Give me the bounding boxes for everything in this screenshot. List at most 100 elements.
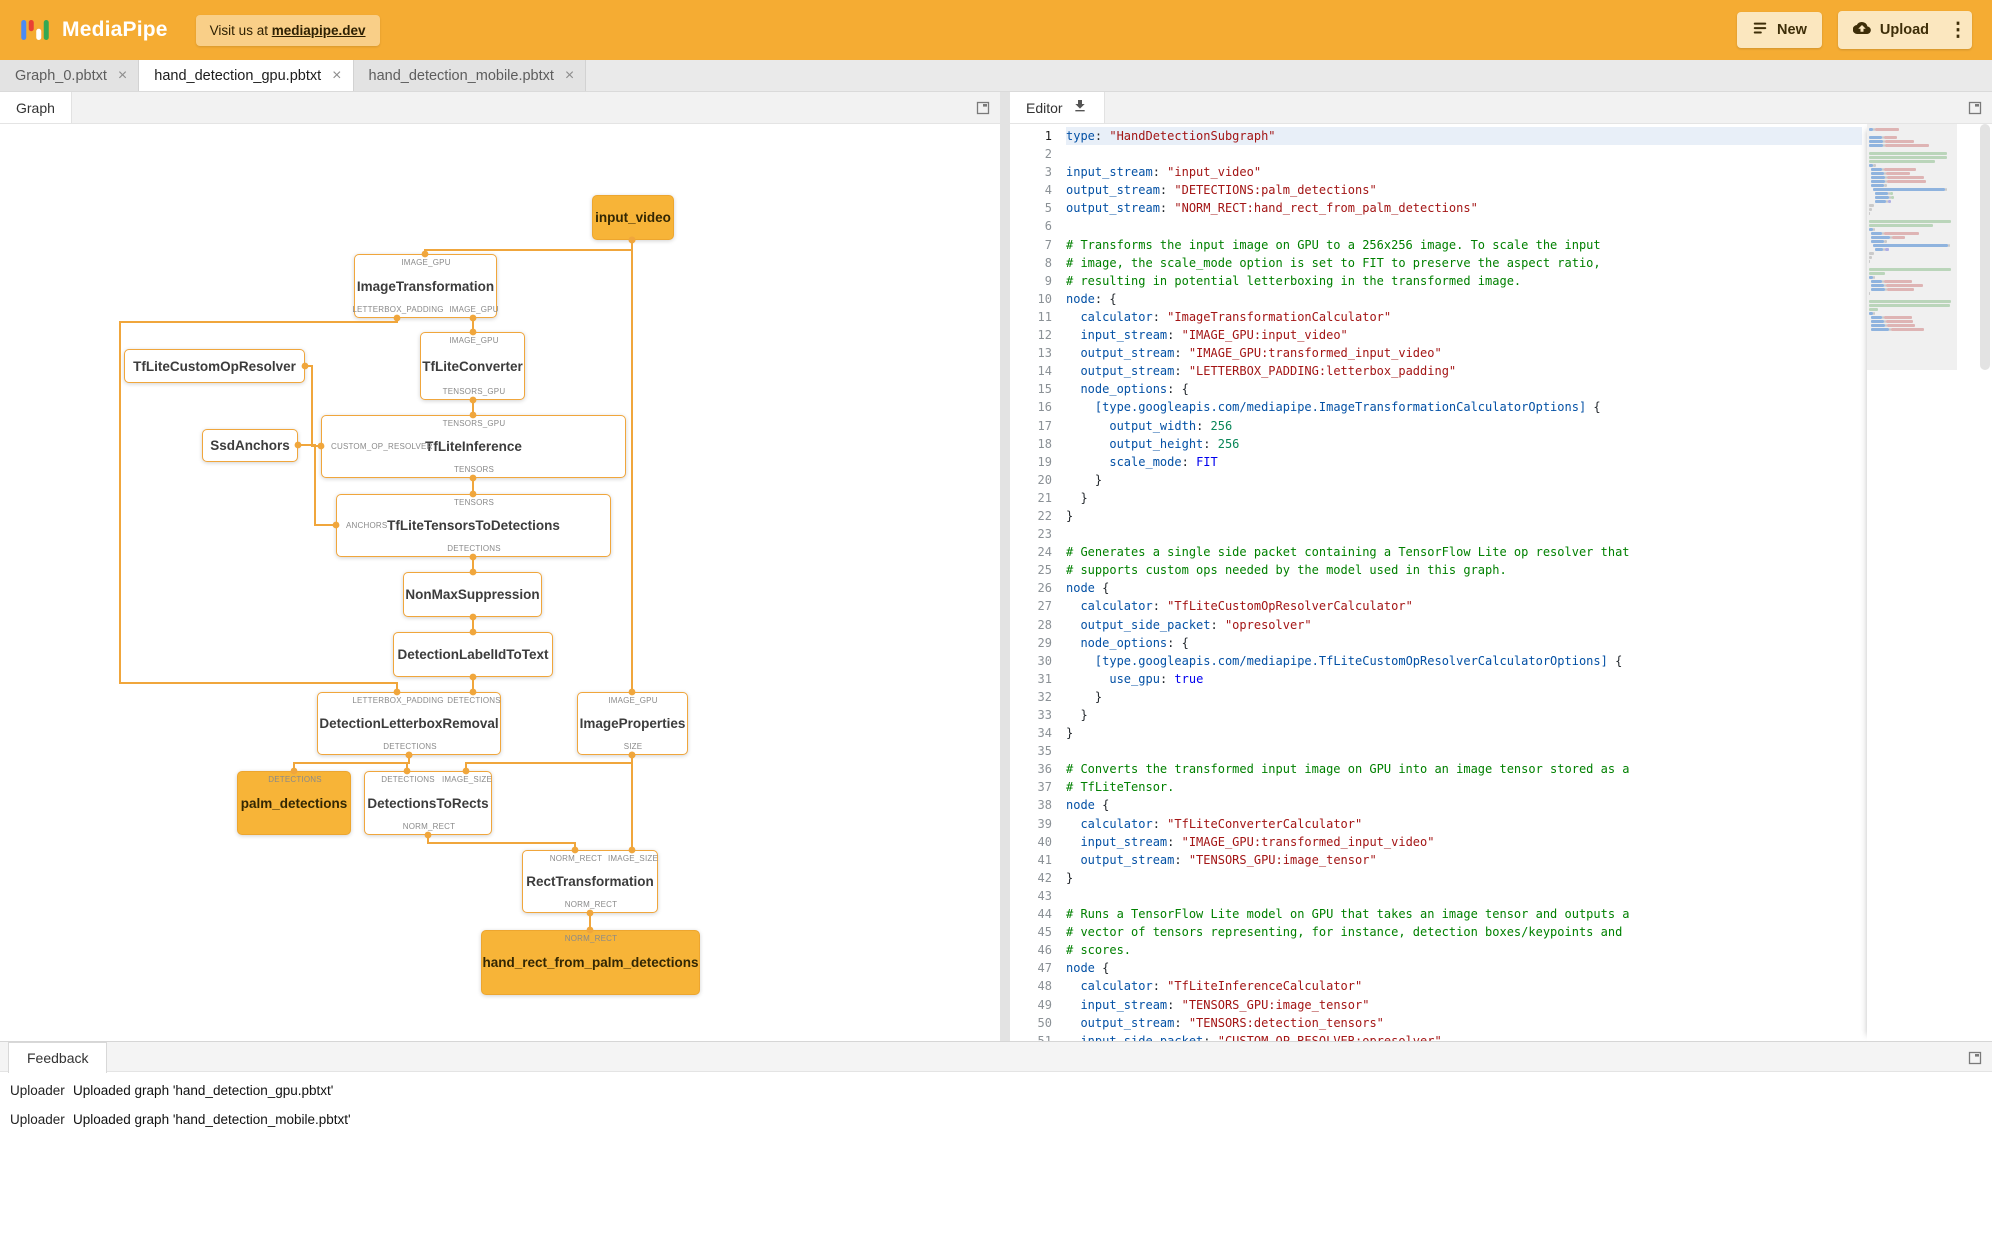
graph-node-detection_label_id_to_text[interactable]: DetectionLabelIdToText [393, 632, 553, 677]
graph-node-input_video[interactable]: input_video [592, 195, 674, 240]
graph-node-rect_transformation[interactable]: RectTransformation NORM_RECT IMAGE_SIZE NOR… [522, 850, 658, 913]
code-line: # supports custom ops needed by the mode… [1066, 561, 1862, 579]
line-number: 28 [1037, 617, 1052, 632]
code-line: use_gpu: true [1066, 670, 1862, 688]
file-tab[interactable]: Graph_0.pbtxt × [0, 60, 140, 91]
new-graph-icon [1752, 20, 1768, 40]
line-number: 14 [1037, 364, 1052, 379]
graph-canvas[interactable]: input_video ImageTransformation IMAGE_GPU L… [0, 124, 1000, 1041]
tab-close-icon[interactable]: × [118, 67, 127, 84]
graph-panel-expand-icon[interactable] [976, 101, 990, 115]
graph-edge [293, 755, 410, 771]
code-token: # resulting in potential letterboxing in… [1066, 273, 1522, 288]
file-tab[interactable]: hand_detection_mobile.pbtxt × [353, 60, 587, 91]
line-number: 37 [1037, 780, 1052, 795]
graph-node-image_transformation[interactable]: ImageTransformation IMAGE_GPU LETTERBOX_PA… [352, 254, 498, 318]
graph-node-non_max_suppression[interactable]: NonMaxSuppression [403, 572, 542, 617]
tab-close-icon[interactable]: × [565, 67, 574, 84]
minimap-line [1869, 300, 1951, 303]
code-line: input_side_packet: "CUSTOM_OP_RESOLVER:o… [1066, 1032, 1862, 1041]
port-label: TENSORS [453, 498, 495, 507]
code-token: } [1066, 870, 1074, 885]
code-token: calculator [1080, 816, 1153, 831]
tab-close-icon[interactable]: × [332, 67, 341, 84]
graph-node-tflite_custom_op_resolver[interactable]: TfLiteCustomOpResolver [124, 349, 305, 383]
code-line: type: "HandDetectionSubgraph" [1066, 127, 1862, 146]
code-token: "TfLiteConverterCalculator" [1167, 816, 1363, 831]
minimap-line [1887, 200, 1892, 203]
node-title: NonMaxSuppression [405, 587, 540, 602]
minimap[interactable] [1867, 124, 1957, 1041]
graph-node-detections_to_rects[interactable]: DetectionsToRects DETECTIONS IMAGE_SIZE NOR… [364, 771, 492, 835]
code-line: node { [1066, 959, 1862, 977]
minimap-line [1944, 188, 1947, 191]
minimap-line [1869, 144, 1883, 147]
minimap-line [1871, 172, 1884, 175]
feedback-message: Uploaded graph 'hand_detection_mobile.pb… [73, 1112, 351, 1127]
code-line: calculator: "TfLiteCustomOpResolverCalcu… [1066, 597, 1862, 615]
code-token: : { [1167, 382, 1189, 397]
feedback-tab[interactable]: Feedback [8, 1042, 108, 1073]
feedback-panel-expand-icon[interactable] [1968, 1051, 1982, 1065]
line-number: 23 [1037, 527, 1052, 542]
minimap-line [1871, 280, 1882, 283]
line-number: 6 [1044, 219, 1052, 234]
code-token: # Transforms the input image on GPU to a… [1066, 237, 1601, 252]
visit-us-chip[interactable]: Visit us at mediapipe.dev [195, 14, 380, 46]
new-button[interactable]: New [1737, 12, 1822, 48]
minimap-line [1871, 184, 1884, 187]
minimap-line [1886, 176, 1924, 179]
upload-menu-kebab-icon[interactable]: ⋮ [1944, 11, 1972, 49]
line-number: 32 [1037, 689, 1052, 704]
app-header: MediaPipe Visit us at mediapipe.dev New [0, 0, 1992, 60]
minimap-line [1890, 192, 1894, 195]
editor-scrollbar[interactable] [1980, 124, 1990, 370]
code-lines[interactable]: type: "HandDetectionSubgraph" input_stre… [1066, 127, 1862, 1041]
code-token: output_stream [1080, 364, 1175, 379]
file-tab-label: hand_detection_gpu.pbtxt [154, 67, 322, 84]
minimap-line [1875, 200, 1886, 203]
graph-node-detection_letterbox_removal[interactable]: DetectionLetterboxRemoval LETTERBOX_PADDI… [317, 692, 501, 755]
minimap-line [1871, 240, 1884, 243]
code-token: "TENSORS_GPU:image_tensor" [1181, 997, 1370, 1012]
graph-node-image_properties[interactable]: ImageProperties IMAGE_GPU SIZE [577, 692, 688, 755]
code-token: # vector of tensors representing, for in… [1066, 925, 1623, 940]
graph-tab[interactable]: Graph [0, 92, 72, 123]
graph-node-palm_detections[interactable]: palm_detections DETECTIONS [237, 771, 351, 835]
code-token: # image, the scale_mode option is set to… [1066, 255, 1601, 270]
download-icon[interactable] [1072, 98, 1088, 117]
code-line: # TfLiteTensor. [1066, 778, 1862, 796]
code-token: { [1094, 581, 1110, 596]
line-number: 42 [1037, 870, 1052, 885]
line-number: 50 [1037, 1015, 1052, 1030]
editor-panel-expand-icon[interactable] [1968, 101, 1982, 115]
code-editor[interactable]: 1 2 3 4 5 6 7 8 9 10 11 12 13 14 15 16 17 18 19 20 21 22 23 24 2… [1010, 124, 1992, 1041]
code-line: calculator: "TfLiteConverterCalculator" [1066, 815, 1862, 833]
minimap-line [1892, 236, 1905, 239]
code-token: } [1066, 472, 1103, 487]
minimap-line [1869, 224, 1934, 227]
code-token: : { [1094, 291, 1117, 306]
minimap-line [1885, 172, 1910, 175]
code-token: node [1066, 961, 1095, 976]
upload-button[interactable]: Upload [1838, 11, 1944, 49]
minimap-line [1869, 156, 1947, 159]
code-token: : [1174, 852, 1189, 867]
minimap-line [1869, 220, 1951, 223]
graph-node-ssd_anchors[interactable]: SsdAnchors [202, 429, 298, 462]
file-tab[interactable]: hand_detection_gpu.pbtxt × [139, 60, 354, 91]
graph-node-tflite_tensors_to_detections[interactable]: TfLiteTensorsToDetections TENSORS DETECTIO… [336, 494, 611, 557]
node-title: SsdAnchors [210, 438, 290, 453]
panel-divider[interactable] [1000, 92, 1010, 1041]
graph-node-tflite_inference[interactable]: TfLiteInference TENSORS_GPU TENSORS CUSTOM_… [321, 415, 626, 478]
editor-tab[interactable]: Editor [1010, 92, 1105, 123]
graph-node-hand_rect_from_palm_detections[interactable]: hand_rect_from_palm_detections NORM_RECT [481, 930, 700, 995]
code-token: { [1094, 798, 1110, 813]
mediapipe-dev-link[interactable]: mediapipe.dev [272, 23, 366, 38]
port-label: NORM_RECT [564, 934, 618, 943]
minimap-line [1869, 268, 1951, 271]
graph-node-tflite_converter[interactable]: TfLiteConverter IMAGE_GPU TENSORS_GPU [420, 332, 525, 400]
